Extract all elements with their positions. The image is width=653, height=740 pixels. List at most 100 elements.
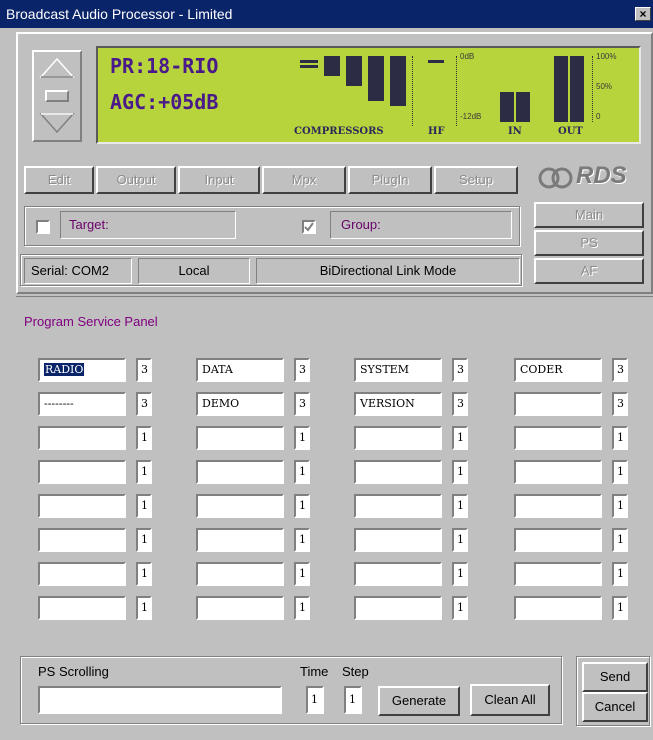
ps-duration-field[interactable]: 3 xyxy=(136,358,152,382)
ps-duration-field[interactable]: 1 xyxy=(452,528,468,552)
scale-line xyxy=(412,56,413,126)
clean-all-button[interactable]: Clean All xyxy=(470,684,550,716)
ps-text-field[interactable] xyxy=(196,596,284,620)
ps-text-field[interactable] xyxy=(354,528,442,552)
down-arrow-button[interactable] xyxy=(37,110,77,136)
ps-duration-field[interactable]: 1 xyxy=(294,528,310,552)
ps-text-field[interactable] xyxy=(514,460,602,484)
ps-text-field[interactable] xyxy=(514,596,602,620)
ps-duration-field[interactable]: 1 xyxy=(612,596,628,620)
time-input[interactable]: 1 xyxy=(306,686,324,714)
ps-text-field[interactable] xyxy=(354,426,442,450)
ps-duration-field[interactable]: 1 xyxy=(294,494,310,518)
rds-main-button[interactable]: Main xyxy=(534,202,644,228)
ps-duration-field[interactable]: 1 xyxy=(136,562,152,586)
ps-text-field[interactable] xyxy=(354,494,442,518)
send-button[interactable]: Send xyxy=(582,662,648,692)
scale-0: 0 xyxy=(596,112,601,121)
ps-duration-field[interactable]: 1 xyxy=(452,460,468,484)
compressor-bar xyxy=(324,56,340,76)
close-button[interactable]: × xyxy=(635,7,651,21)
out-label: OUT xyxy=(558,126,583,137)
ps-duration-field[interactable]: 1 xyxy=(452,562,468,586)
ps-text-value: VERSION xyxy=(360,397,415,410)
ps-duration-field[interactable]: 1 xyxy=(612,562,628,586)
ps-duration-field[interactable]: 1 xyxy=(612,426,628,450)
ps-text-field[interactable] xyxy=(38,460,126,484)
ps-text-field[interactable]: DATA xyxy=(196,358,284,382)
tab-plugin[interactable]: PlugIn xyxy=(348,166,432,194)
ps-duration-field[interactable]: 3 xyxy=(294,392,310,416)
target-checkbox[interactable] xyxy=(36,220,50,234)
tab-mpx[interactable]: Mpx xyxy=(262,166,346,194)
rds-af-button[interactable]: AF xyxy=(534,258,644,284)
tab-edit[interactable]: Edit xyxy=(24,166,94,194)
ps-text-field[interactable] xyxy=(38,528,126,552)
ps-text-field[interactable]: DEMO xyxy=(196,392,284,416)
ps-duration-field[interactable]: 1 xyxy=(294,562,310,586)
ps-duration-field[interactable]: 1 xyxy=(452,494,468,518)
ps-text-field[interactable] xyxy=(354,460,442,484)
ps-text-value: RADIO xyxy=(44,363,85,376)
group-checkbox[interactable] xyxy=(302,220,316,234)
generate-button[interactable]: Generate xyxy=(378,686,460,716)
ps-duration-field[interactable]: 1 xyxy=(294,460,310,484)
ps-text-field[interactable] xyxy=(38,426,126,450)
ps-duration-field[interactable]: 3 xyxy=(452,392,468,416)
ps-duration-field[interactable]: 1 xyxy=(294,596,310,620)
ps-duration-field[interactable]: 1 xyxy=(612,460,628,484)
ps-duration-field[interactable]: 1 xyxy=(136,426,152,450)
ps-text-field[interactable] xyxy=(196,528,284,552)
cancel-button[interactable]: Cancel xyxy=(582,692,648,722)
ps-text-field[interactable]: SYSTEM xyxy=(354,358,442,382)
ps-duration-field[interactable]: 3 xyxy=(294,358,310,382)
ps-text-field[interactable]: VERSION xyxy=(354,392,442,416)
ps-duration-field[interactable]: 3 xyxy=(612,392,628,416)
ps-text-field[interactable] xyxy=(38,494,126,518)
ps-duration-field[interactable]: 1 xyxy=(612,528,628,552)
ps-text-field[interactable] xyxy=(514,562,602,586)
ps-duration-field[interactable]: 1 xyxy=(294,426,310,450)
rds-ps-button[interactable]: PS xyxy=(534,230,644,256)
up-arrow-icon xyxy=(39,57,75,78)
ps-text-field[interactable] xyxy=(354,562,442,586)
ps-text-field[interactable] xyxy=(514,426,602,450)
ps-text-field[interactable]: RADIO xyxy=(38,358,126,382)
step-input[interactable]: 1 xyxy=(344,686,362,714)
ps-text-field[interactable]: CODER xyxy=(514,358,602,382)
target-label: Target: xyxy=(60,211,236,239)
ps-text-field[interactable] xyxy=(196,494,284,518)
ps-text-field[interactable] xyxy=(514,528,602,552)
tab-input[interactable]: Input xyxy=(178,166,260,194)
ps-duration-field[interactable]: 1 xyxy=(136,528,152,552)
ps-text-field[interactable] xyxy=(354,596,442,620)
input-meter-right xyxy=(516,92,530,122)
compressor-bar xyxy=(300,65,318,68)
ps-text-field[interactable] xyxy=(38,596,126,620)
tab-output[interactable]: Output xyxy=(96,166,176,194)
ps-duration-field[interactable]: 1 xyxy=(136,494,152,518)
location-status: Local xyxy=(138,258,250,284)
ps-duration-field[interactable]: 3 xyxy=(452,358,468,382)
ps-duration-field[interactable]: 1 xyxy=(452,596,468,620)
up-arrow-button[interactable] xyxy=(37,55,77,81)
tab-setup[interactable]: Setup xyxy=(434,166,518,194)
ps-duration-field[interactable]: 1 xyxy=(612,494,628,518)
ps-scrolling-input[interactable] xyxy=(38,686,282,714)
ps-duration-field[interactable]: 3 xyxy=(612,358,628,382)
check-icon xyxy=(304,222,314,232)
ps-text-field[interactable] xyxy=(196,562,284,586)
ps-text-field[interactable] xyxy=(514,494,602,518)
ps-text-field[interactable] xyxy=(196,426,284,450)
select-button[interactable] xyxy=(45,90,69,102)
ps-text-field[interactable] xyxy=(196,460,284,484)
ps-text-field[interactable] xyxy=(514,392,602,416)
ps-duration-field[interactable]: 1 xyxy=(452,426,468,450)
ps-text-field[interactable] xyxy=(38,562,126,586)
ps-duration-field[interactable]: 3 xyxy=(136,392,152,416)
ps-duration-field[interactable]: 1 xyxy=(136,460,152,484)
link-mode-status: BiDirectional Link Mode xyxy=(256,258,520,284)
ps-text-field[interactable]: -------- xyxy=(38,392,126,416)
compressor-bar xyxy=(368,56,384,101)
ps-duration-field[interactable]: 1 xyxy=(136,596,152,620)
